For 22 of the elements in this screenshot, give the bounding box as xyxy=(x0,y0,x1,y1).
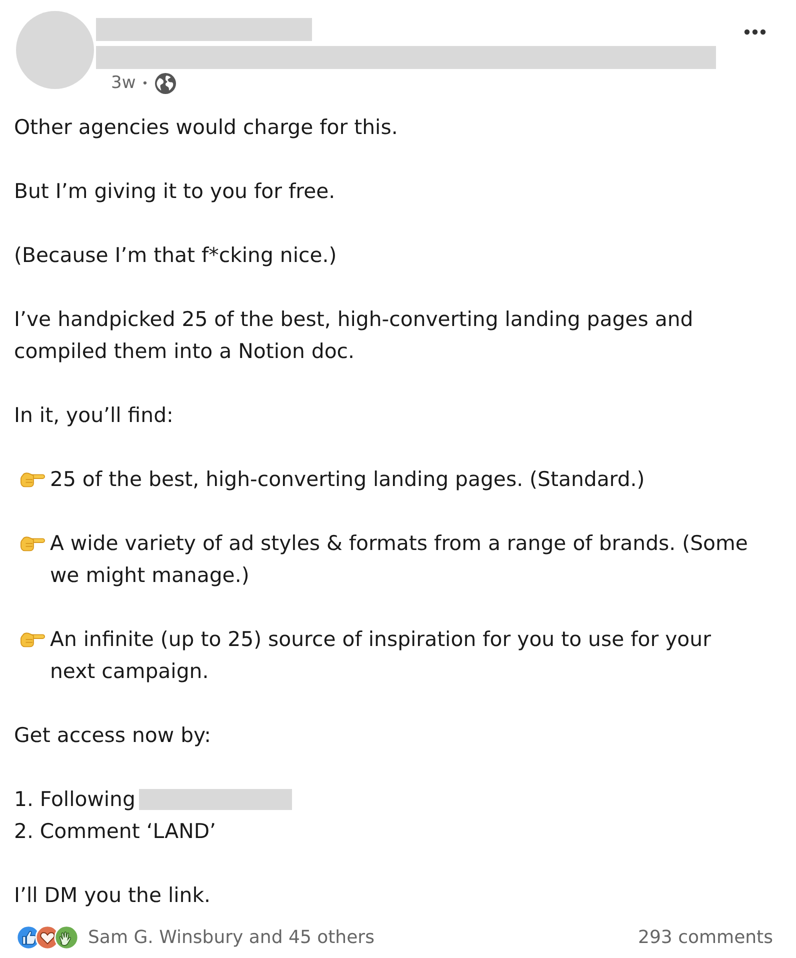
list-item: 2. Comment ‘LAND’ xyxy=(14,818,216,845)
pointing-hand-icon xyxy=(20,630,45,648)
post-paragraph: Other agencies would charge for this. xyxy=(14,114,399,141)
pointing-hand-icon xyxy=(20,534,45,552)
post-paragraph: An infinite (up to 25) source of inspiration for you to use for your next campaign. xyxy=(50,626,712,685)
post-paragraph: Get access now by: xyxy=(14,722,212,749)
pointing-hand-icon xyxy=(20,470,45,488)
separator-dot: • xyxy=(142,76,148,90)
post-paragraph: But I’m giving it to you for free. xyxy=(14,178,336,205)
list-item: 1. Following xyxy=(14,786,136,813)
post-paragraph: 25 of the best, high-converting landing pages. (Standard.) xyxy=(50,466,646,493)
open-hand-icon xyxy=(54,924,79,950)
reactions-link[interactable]: Sam G. Winsbury and 45 others xyxy=(88,926,374,948)
post-paragraph: In it, you’ll find: xyxy=(14,402,174,429)
more-options-icon[interactable] xyxy=(744,29,766,35)
post-paragraph: A wide variety of ad styles & formats from a range of brands. (Some we might manage.) xyxy=(50,530,749,589)
globe-icon xyxy=(155,72,176,94)
post-paragraph: I’ve handpicked 25 of the best, high-converting landing pages and compiled them into a Notion doc. xyxy=(14,306,694,365)
post-paragraph: I’ll DM you the link. xyxy=(14,882,212,909)
comments-link[interactable]: 293 comments xyxy=(638,926,773,948)
post-time: 3w xyxy=(111,73,136,93)
post-paragraph: (Because I’m that f*cking nice.) xyxy=(14,242,338,269)
